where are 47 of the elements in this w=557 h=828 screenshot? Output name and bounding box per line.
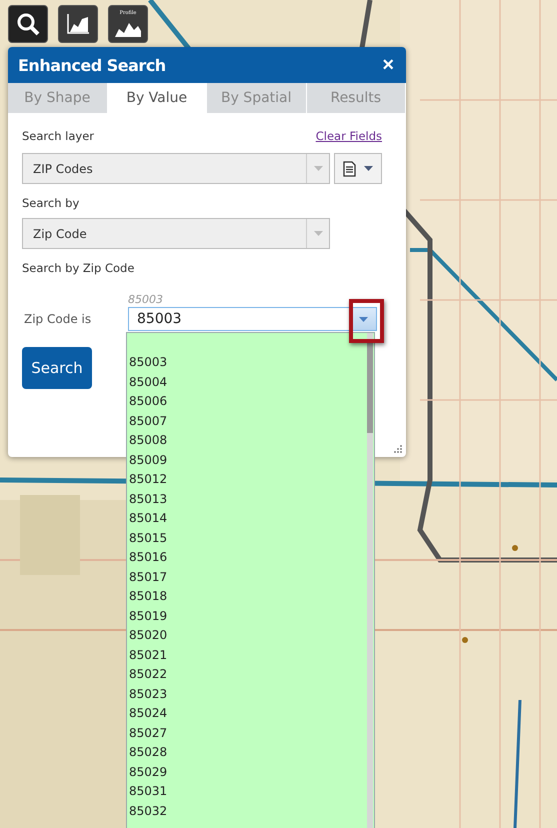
search-tool-button[interactable]	[8, 5, 48, 43]
list-item[interactable]: 85013	[127, 490, 374, 509]
list-item[interactable]: 85019	[127, 606, 374, 626]
list-item[interactable]: 85008	[127, 431, 374, 450]
list-item[interactable]: 85031	[127, 782, 374, 802]
list-item[interactable]: 85022	[127, 665, 374, 684]
list-item[interactable]: 85020	[127, 626, 374, 646]
list-item[interactable]: 85014	[127, 509, 374, 528]
list-item[interactable]: 85004	[127, 372, 374, 392]
field-label: Search by	[22, 196, 80, 210]
document-icon	[343, 160, 356, 176]
list-item[interactable]: 85017	[127, 568, 374, 587]
list-item[interactable]: 85029	[127, 762, 374, 782]
search-by-select[interactable]: Zip Code	[22, 218, 330, 249]
clear-fields-link[interactable]: Clear Fields	[316, 129, 382, 143]
chart-tool-button[interactable]	[58, 5, 98, 43]
section-title: Search by Zip Code	[22, 261, 136, 275]
mountain-profile-icon	[115, 21, 141, 37]
search-icon	[16, 12, 40, 36]
list-item[interactable]: 85024	[127, 704, 374, 724]
resize-grip-icon	[394, 445, 402, 453]
options-button[interactable]	[334, 153, 382, 184]
close-button[interactable]: ×	[382, 55, 394, 75]
list-item[interactable]: 85003	[127, 353, 374, 372]
scrollbar[interactable]	[367, 333, 373, 828]
caret-icon	[314, 166, 322, 171]
area-chart-icon	[67, 14, 89, 34]
caret-icon	[314, 231, 322, 236]
field-label: Zip Code is	[23, 312, 92, 326]
list-item[interactable]: 85009	[127, 450, 374, 470]
list-item[interactable]: 85015	[127, 528, 374, 548]
list-item[interactable]: 85006	[127, 392, 374, 412]
layer-select[interactable]: ZIP Codes	[22, 153, 330, 184]
list-item[interactable]: 85012	[127, 470, 374, 490]
caret-icon	[364, 166, 373, 171]
search-button[interactable]: Search	[22, 347, 92, 389]
field-hint: 85003	[128, 293, 164, 306]
list-item[interactable]: 85032	[127, 802, 374, 821]
field-label: Search layer	[22, 129, 94, 143]
list-item[interactable]: 85016	[127, 548, 374, 568]
list-item[interactable]: 85021	[127, 646, 374, 665]
list-item[interactable]: 85027	[127, 724, 374, 743]
list-item[interactable]: 85028	[127, 743, 374, 762]
panel-title: Enhanced Search	[18, 56, 166, 74]
list-item[interactable]: 85018	[127, 587, 374, 606]
list-item[interactable]: 85007	[127, 412, 374, 431]
list-item[interactable]: 85023	[127, 684, 374, 704]
